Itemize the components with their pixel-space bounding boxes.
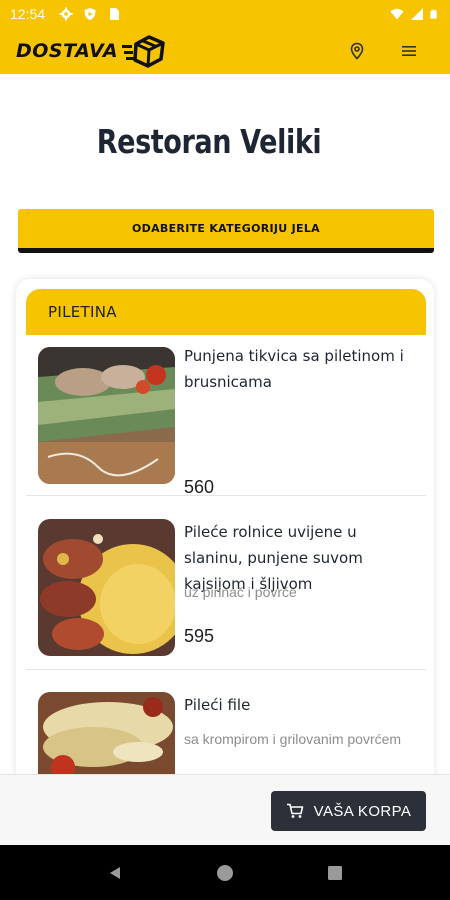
dish-price: 595 xyxy=(184,626,215,646)
signal-icon xyxy=(411,8,423,20)
status-time: 12:54 xyxy=(10,6,46,22)
cart-button-label: VAŠA KORPA xyxy=(313,802,412,820)
wifi-icon xyxy=(390,8,404,20)
logo-text: DOSTAVA xyxy=(16,40,119,62)
system-nav-bar xyxy=(0,845,450,900)
header-actions xyxy=(346,40,420,62)
app-header: DOSTAVA xyxy=(0,28,450,74)
category-button-label: ODABERITE KATEGORIJU JELA xyxy=(132,222,320,235)
bottom-bar: VAŠA KORPA xyxy=(0,774,450,845)
category-select-button[interactable]: ODABERITE KATEGORIJU JELA xyxy=(18,209,434,253)
box-logo-icon xyxy=(122,35,165,68)
dish-name: Pileći file xyxy=(184,696,251,714)
dish-name: Punjena tikvica sa piletinom i brusnicam… xyxy=(184,347,404,391)
location-pin-icon[interactable] xyxy=(346,40,368,62)
page-title: Restoran Veliki xyxy=(96,122,322,161)
dish-image xyxy=(38,347,175,484)
menu-card: PILETINA Punjena tikvica sa piletinom i … xyxy=(16,279,434,839)
dish-item[interactable]: Punjena tikvica sa piletinom i brusnicam… xyxy=(26,335,426,497)
status-bar: 12:54 xyxy=(0,0,450,28)
cart-button[interactable]: VAŠA KORPA xyxy=(271,791,426,831)
dish-description: uz pirinač i povrće xyxy=(184,584,297,600)
recents-icon[interactable] xyxy=(325,863,345,883)
back-icon[interactable] xyxy=(105,863,125,883)
status-icons-right xyxy=(390,7,440,21)
dish-item[interactable]: Pileće rolnice uvijene u slaninu, punjen… xyxy=(26,496,426,670)
shopping-cart-icon xyxy=(286,803,303,818)
section-title: PILETINA xyxy=(48,303,117,321)
gear-icon xyxy=(59,7,73,21)
battery-icon xyxy=(430,9,437,19)
shield-icon xyxy=(84,8,96,20)
home-icon[interactable] xyxy=(215,863,235,883)
sim-card-icon xyxy=(110,8,120,20)
dish-price: 560 xyxy=(184,477,215,497)
status-icons-left xyxy=(59,7,121,21)
section-header: PILETINA xyxy=(26,289,426,335)
dish-image xyxy=(38,519,175,656)
dish-description: sa krompirom i grilovanim povrćem xyxy=(184,731,402,747)
menu-icon[interactable] xyxy=(398,40,420,62)
logo[interactable]: DOSTAVA xyxy=(16,34,166,68)
